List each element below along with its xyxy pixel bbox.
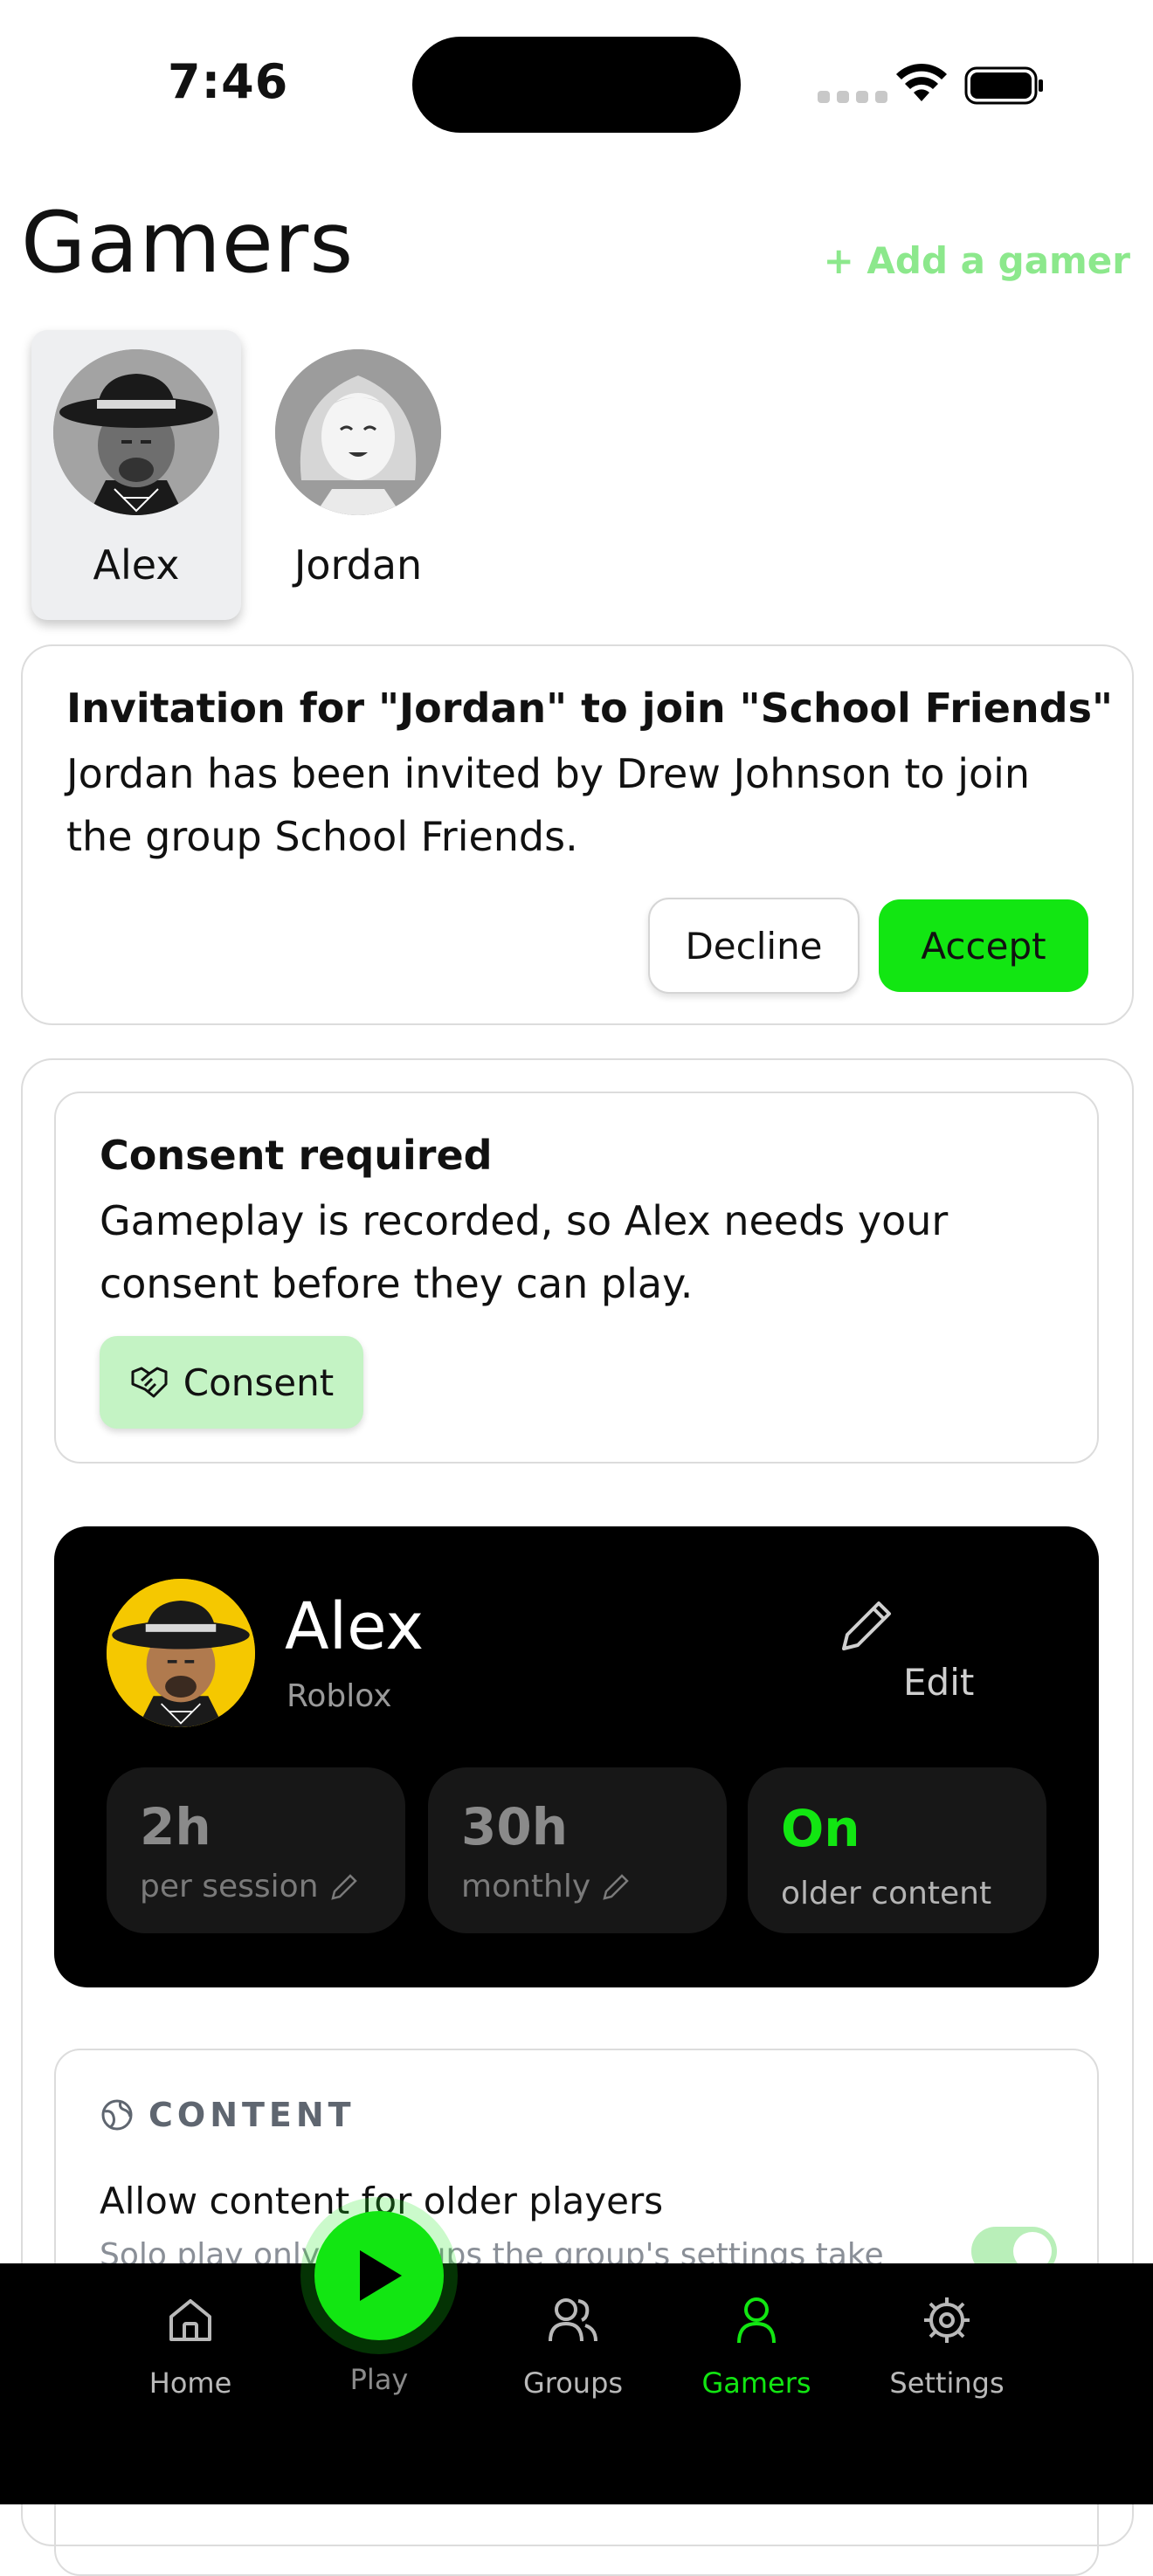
play-button[interactable] [314, 2211, 444, 2340]
profile-avatar [107, 1579, 255, 1727]
invitation-title: Invitation for "Jordan" to join "School … [66, 685, 1113, 732]
monthly-limit-stat[interactable]: 30h monthly [428, 1767, 727, 1933]
gamer-tile-jordan[interactable]: Jordan [253, 330, 463, 620]
invitation-body: Jordan has been invited by Drew Johnson … [66, 750, 1031, 860]
play-icon [360, 2250, 402, 2301]
tab-label: Settings [889, 2366, 1005, 2400]
tab-home[interactable]: Home [112, 2290, 269, 2400]
older-content-stat[interactable]: On older content [748, 1767, 1046, 1933]
pencil-icon [603, 1873, 629, 1900]
home-icon [169, 2299, 211, 2341]
consent-body: Gameplay is recorded, so Alex needs your… [100, 1197, 949, 1307]
tab-label: Home [148, 2366, 232, 2400]
gear-icon [924, 2297, 970, 2343]
wifi-icon [896, 63, 947, 101]
consent-card: Consent required Gameplay is recorded, s… [54, 1092, 1099, 1464]
page-title: Gamers [21, 194, 355, 292]
decline-button[interactable]: Decline [648, 898, 860, 994]
accept-button[interactable]: Accept [879, 899, 1088, 992]
add-gamer-button[interactable]: + Add a gamer [824, 239, 1130, 282]
content-icon [101, 2099, 133, 2131]
profile-card: Alex Roblox Edit 2h per session 30h mont… [54, 1526, 1099, 1987]
pencil-icon[interactable] [835, 1595, 898, 1657]
tab-gamers[interactable]: Gamers [678, 2290, 835, 2400]
stat-label: monthly [461, 1869, 591, 1904]
avatar [275, 349, 441, 515]
tab-groups[interactable]: Groups [494, 2290, 652, 2400]
consent-title: Consent required [100, 1132, 493, 1179]
groups-icon [549, 2298, 597, 2342]
stat-value: On [781, 1799, 860, 1858]
edit-button[interactable]: Edit [903, 1661, 974, 1704]
consent-button-label: Consent [183, 1360, 335, 1404]
handshake-icon [131, 1367, 168, 1398]
dynamic-island [412, 37, 741, 133]
tab-settings[interactable]: Settings [868, 2290, 1025, 2400]
profile-name: Alex [285, 1589, 425, 1664]
gamer-name: Alex [93, 541, 180, 589]
profile-game: Roblox [287, 1678, 392, 1714]
avatar [53, 349, 219, 515]
status-time: 7:46 [168, 54, 289, 109]
tab-label: Gamers [701, 2366, 811, 2400]
invitation-card: Invitation for "Jordan" to join "School … [21, 644, 1134, 1025]
gamer-icon [737, 2297, 776, 2344]
stat-label: older content [781, 1876, 992, 1911]
signal-icon [818, 91, 887, 103]
stat-value: 2h [140, 1797, 211, 1856]
pencil-icon [330, 1873, 357, 1900]
battery-icon [964, 66, 1043, 105]
gamer-tile-alex[interactable]: Alex [31, 330, 241, 620]
consent-button[interactable]: Consent [100, 1336, 363, 1429]
gamer-name: Jordan [293, 541, 423, 589]
stat-value: 30h [461, 1797, 569, 1856]
session-limit-stat[interactable]: 2h per session [107, 1767, 405, 1933]
stat-label: per session [140, 1869, 319, 1904]
tab-label-play: Play [349, 2363, 409, 2396]
tab-label: Groups [522, 2366, 624, 2400]
section-title: CONTENT [148, 2096, 356, 2134]
